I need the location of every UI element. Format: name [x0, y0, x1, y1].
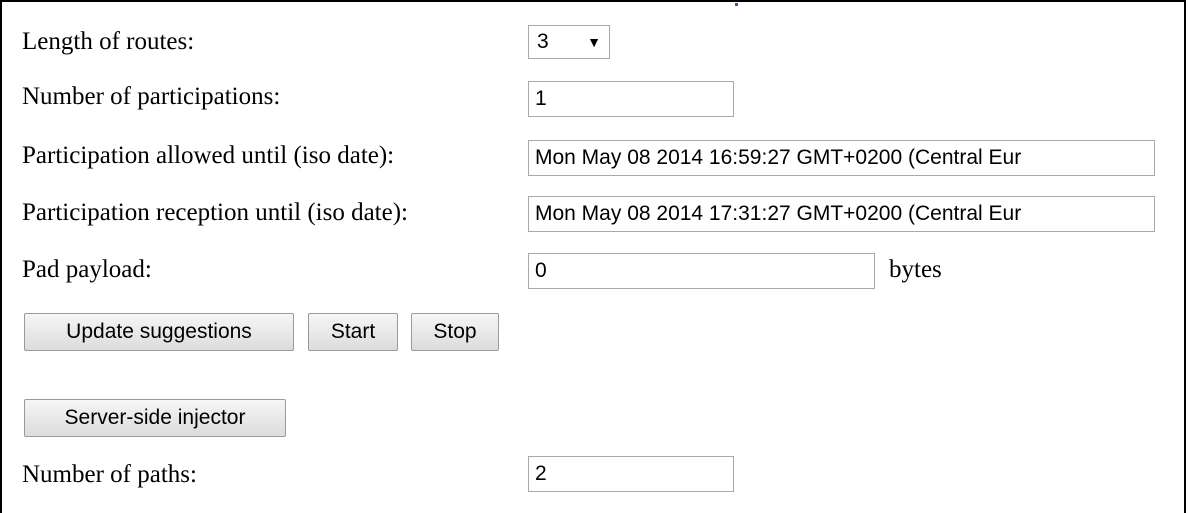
allowed-until-label: Participation allowed until (iso date): — [22, 142, 395, 169]
participations-input[interactable]: 1 — [528, 81, 734, 117]
reception-until-input[interactable]: Mon May 08 2014 17:31:27 GMT+0200 (Centr… — [528, 196, 1155, 232]
start-button[interactable]: Start — [308, 313, 398, 351]
update-suggestions-button[interactable]: Update suggestions — [24, 313, 294, 351]
reception-until-label: Participation reception until (iso date)… — [22, 199, 408, 226]
participations-label: Number of participations: — [22, 83, 281, 110]
routes-select-value: 3 — [537, 30, 549, 53]
decorative-dot — [735, 3, 738, 6]
payload-input[interactable]: 0 — [528, 253, 875, 289]
payload-unit: bytes — [889, 256, 942, 283]
routes-select[interactable]: 3 ▼ — [528, 25, 610, 59]
allowed-until-input[interactable]: Mon May 08 2014 16:59:27 GMT+0200 (Centr… — [528, 140, 1155, 176]
payload-label: Pad payload: — [22, 256, 152, 283]
routes-label: Length of routes: — [22, 28, 195, 55]
dropdown-arrow-icon: ▼ — [587, 34, 601, 50]
paths-label: Number of paths: — [22, 461, 197, 488]
server-side-injector-button[interactable]: Server-side injector — [24, 399, 286, 437]
paths-input[interactable]: 2 — [528, 456, 734, 492]
stop-button[interactable]: Stop — [411, 313, 499, 351]
